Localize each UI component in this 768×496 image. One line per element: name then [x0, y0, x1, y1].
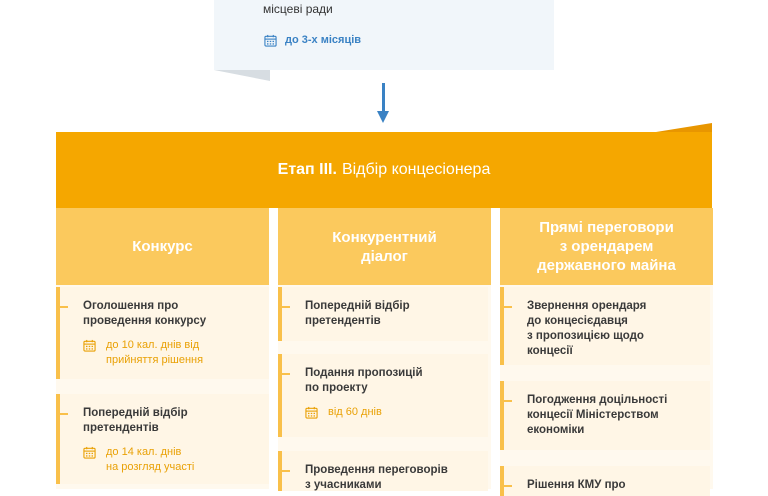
- step-card: Погодження доцільності концесії Міністер…: [500, 381, 710, 450]
- step-text: Попередній відбір претендентів: [83, 407, 188, 434]
- step-card: Подання пропозицій по проекту від 60 днів: [278, 354, 488, 437]
- step-accent-tick: [500, 400, 512, 402]
- previous-stage-card: місцеві ради до 3-х місяців: [214, 0, 554, 70]
- arrow-down-head: [377, 111, 389, 123]
- stage-fold-decoration: [656, 123, 712, 132]
- calendar-icon: [83, 446, 96, 459]
- step-accent-tick: [278, 470, 290, 472]
- step-duration: до 14 кал. днів на розгляд участі: [83, 445, 194, 475]
- step-duration: від 60 днів: [305, 405, 382, 420]
- step-duration-text: від 60 днів: [328, 406, 382, 418]
- column-header: Конкурентний діалог: [278, 208, 491, 285]
- step-card: Попередній відбір претендентів до 14 кал.…: [56, 394, 269, 484]
- step-card: Проведення переговорів з учасниками: [278, 451, 488, 491]
- step-card: Рішення КМУ про: [500, 466, 710, 496]
- step-text: Звернення орендаря до концесієдавця з пр…: [527, 300, 647, 357]
- calendar-icon: [264, 34, 277, 47]
- step-card: Оголошення про проведення конкурсу до 10 …: [56, 287, 269, 379]
- step-text: Попередній відбір претендентів: [305, 300, 410, 327]
- step-card: Звернення орендаря до концесієдавця з пр…: [500, 287, 710, 365]
- step-accent-tick: [500, 485, 512, 487]
- step-text: Оголошення про проведення конкурсу: [83, 300, 207, 327]
- step-accent-bar: [278, 287, 282, 341]
- step-accent-bar: [278, 354, 282, 437]
- step-text: Погодження доцільності концесії Міністер…: [527, 394, 668, 436]
- stage-title: Відбір концесіонера: [341, 161, 491, 178]
- step-duration-text: до 10 кал. днів від прийняття рішення: [106, 339, 204, 366]
- step-accent-bar: [56, 287, 60, 379]
- step-duration-text: до 14 кал. днів на розгляд участі: [106, 446, 195, 473]
- step-accent-tick: [56, 413, 68, 415]
- step-text: Рішення КМУ про: [527, 479, 626, 491]
- step-accent-bar: [500, 287, 504, 365]
- column-header: Прямі переговори з орендарем державного …: [500, 208, 713, 285]
- calendar-icon: [83, 339, 96, 352]
- step-accent-bar: [500, 466, 504, 496]
- stage-header: Етап III. Відбір концесіонера: [56, 132, 712, 208]
- step-accent-tick: [278, 373, 290, 375]
- step-duration: до 10 кал. днів від прийняття рішення: [83, 338, 203, 368]
- arrow-down-icon: [382, 83, 385, 113]
- card-fold-decoration: [214, 70, 270, 81]
- previous-stage-duration-text: до 3-х місяців: [285, 34, 362, 46]
- step-accent-tick: [278, 306, 290, 308]
- previous-stage-description: місцеві ради: [263, 2, 333, 16]
- column-header: Конкурс: [56, 208, 269, 285]
- step-accent-tick: [500, 306, 512, 308]
- calendar-icon: [305, 406, 318, 419]
- step-accent-tick: [56, 306, 68, 308]
- previous-stage-duration: до 3-х місяців: [264, 33, 361, 47]
- step-accent-bar: [500, 381, 504, 450]
- step-card: Попередній відбір претендентів: [278, 287, 488, 341]
- stage-prefix: Етап III.: [277, 161, 337, 178]
- step-text: Подання пропозицій по проекту: [305, 367, 423, 394]
- step-accent-bar: [56, 394, 60, 484]
